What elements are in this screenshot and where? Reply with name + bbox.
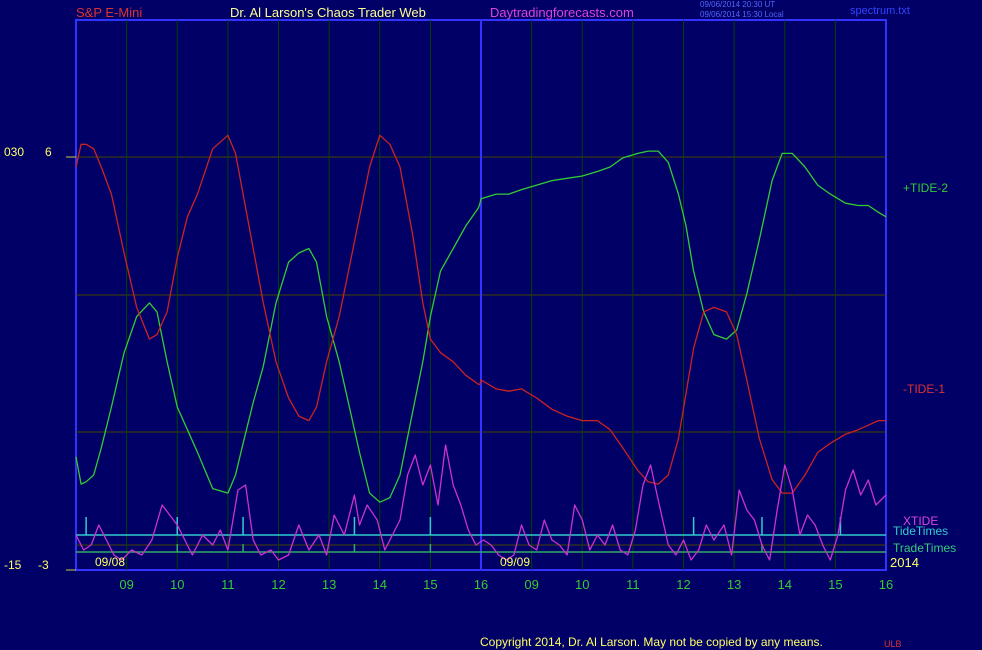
x-hour-label: 12: [271, 577, 285, 592]
legend-tide-plus: +TIDE-2: [903, 181, 949, 195]
x-hour-label: 14: [778, 577, 792, 592]
x-hour-label: 13: [727, 577, 741, 592]
file-label: spectrum.txt: [850, 5, 910, 17]
y-axis-bottom-inner-label: -3: [38, 558, 49, 572]
y-axis-top-inner-label: 6: [45, 145, 52, 159]
x-hour-label: 09: [119, 577, 133, 592]
x-hour-label: 09: [524, 577, 538, 592]
timestamp-ut: 09/06/2014 20:30 UT: [700, 0, 776, 9]
domain-label: Daytradingforecasts.com: [490, 5, 634, 20]
x-hour-label: 14: [373, 577, 387, 592]
x-hour-label: 16: [879, 577, 893, 592]
year-label: 2014: [890, 555, 919, 570]
legend-tide-times: TideTimes: [893, 524, 949, 538]
x-hour-label: 13: [322, 577, 336, 592]
timestamp-local: 09/06/2014 15:30 Local: [700, 10, 784, 19]
copyright-text: Copyright 2014, Dr. Al Larson. May not b…: [480, 635, 823, 649]
chart-canvas: 09 10 11 12 13 14 15 16 09 10 11 12 13 14 15 16: [66, 19, 893, 592]
x-hour-label: 12: [676, 577, 690, 592]
legend-trade-times: TradeTimes: [893, 541, 957, 555]
y-axis-bottom-outer-label: -15: [4, 558, 22, 572]
footer-mark: ULB: [884, 639, 902, 649]
site-title: Dr. Al Larson's Chaos Trader Web: [230, 5, 426, 20]
y-axis-top-outer-label: 030: [4, 145, 25, 159]
legend-tide-minus: -TIDE-1: [903, 382, 945, 396]
x-hour-label: 10: [575, 577, 589, 592]
x-hour-label: 15: [828, 577, 842, 592]
instrument-title: S&P E-Mini: [76, 5, 143, 20]
x-hour-label: 10: [170, 577, 184, 592]
x-hour-label: 16: [474, 577, 488, 592]
x-hour-label: 11: [221, 577, 235, 592]
x-hour-label: 11: [626, 577, 640, 592]
date-label-day-1: 09/08: [95, 555, 126, 569]
x-hour-label: 15: [423, 577, 437, 592]
date-label-day-2: 09/09: [500, 555, 531, 569]
